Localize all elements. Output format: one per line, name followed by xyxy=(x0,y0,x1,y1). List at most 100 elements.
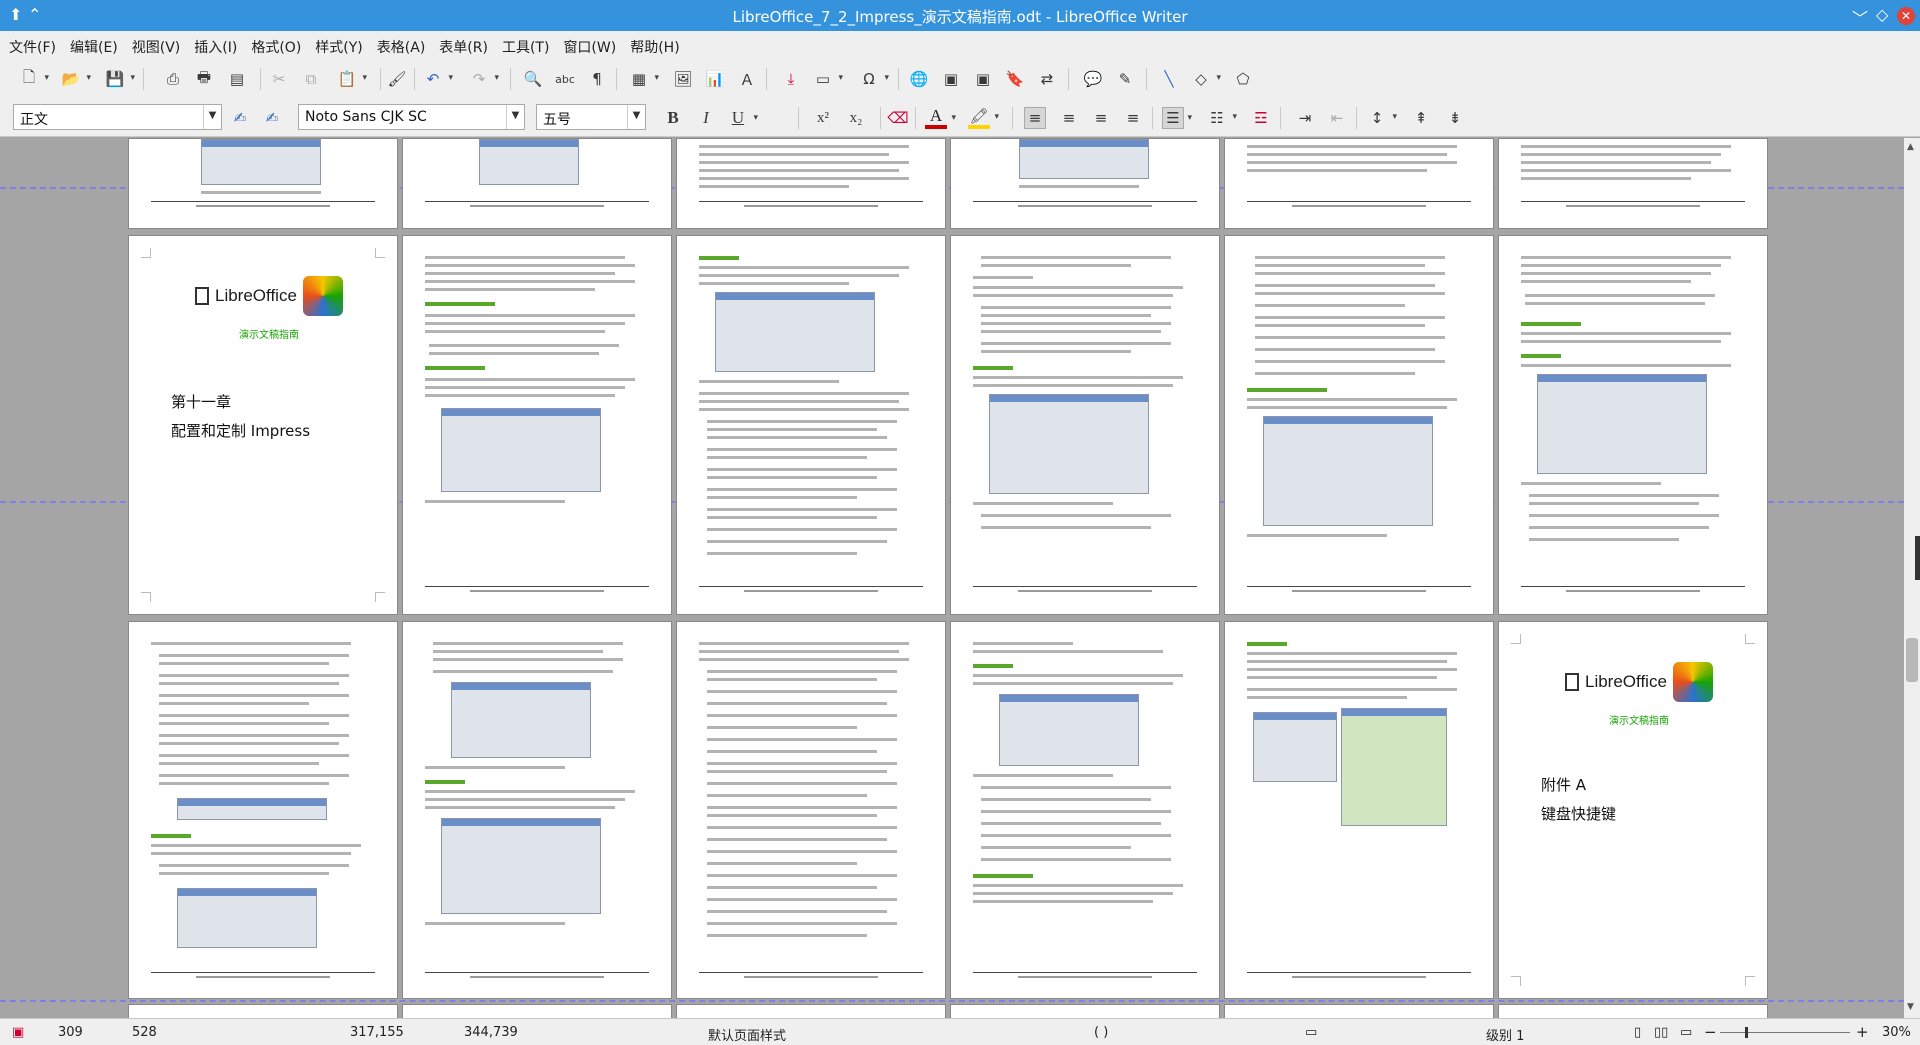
insert-table-icon[interactable]: ▦ xyxy=(628,68,659,90)
word-count[interactable]: 317,155 xyxy=(350,1025,404,1040)
decrease-spacing-icon[interactable]: ⇟ xyxy=(1444,107,1466,129)
redo-icon[interactable]: ↷ xyxy=(468,68,499,90)
cut-icon[interactable]: ✂ xyxy=(268,68,290,90)
increase-spacing-icon[interactable]: ⇞ xyxy=(1410,107,1432,129)
insert-chart-icon[interactable]: 📊 xyxy=(704,68,726,90)
paragraph-style-combo[interactable]: 正文 ▼ xyxy=(13,104,222,130)
comment-icon[interactable]: 💬 xyxy=(1082,68,1104,90)
decrease-indent-icon[interactable]: ⇤ xyxy=(1326,107,1348,129)
document-page[interactable] xyxy=(1498,138,1768,229)
document-page[interactable] xyxy=(402,235,672,615)
vertical-scrollbar[interactable]: ▲ ▼ xyxy=(1904,138,1920,1018)
character-count[interactable]: 344,739 xyxy=(464,1025,518,1040)
menu-table[interactable]: 表格(A) xyxy=(368,31,431,57)
basic-shapes-icon[interactable]: ◇ xyxy=(1190,68,1221,90)
scroll-up-icon[interactable]: ▲ xyxy=(1907,142,1914,152)
find-replace-icon[interactable]: 🔍 xyxy=(522,68,544,90)
underline-button[interactable]: U xyxy=(727,107,758,129)
zoom-slider-knob[interactable] xyxy=(1745,1027,1748,1038)
document-page[interactable] xyxy=(128,1004,398,1018)
clear-formatting-icon[interactable]: ⌫ xyxy=(887,107,909,129)
document-page[interactable] xyxy=(676,621,946,999)
close-icon[interactable]: ✕ xyxy=(1897,7,1915,25)
line-spacing-icon[interactable]: ↕ xyxy=(1366,107,1397,129)
document-page[interactable] xyxy=(676,1004,946,1018)
menu-file[interactable]: 文件(F) xyxy=(0,31,61,57)
page-style[interactable]: 默认页面样式 xyxy=(708,1025,786,1044)
chevron-down-icon[interactable]: ▼ xyxy=(506,105,524,129)
book-view-icon[interactable]: ▭ xyxy=(1680,1025,1692,1040)
document-page[interactable] xyxy=(676,235,946,615)
document-page[interactable] xyxy=(1498,235,1768,615)
menu-format[interactable]: 格式(O) xyxy=(242,31,306,57)
document-page[interactable] xyxy=(950,138,1220,229)
document-page[interactable] xyxy=(128,138,398,229)
open-folder-icon[interactable]: 📂 xyxy=(60,68,91,90)
page-break-icon[interactable]: ⤓ xyxy=(780,68,802,90)
numbered-list-icon[interactable]: ☷ xyxy=(1206,107,1237,129)
menu-edit[interactable]: 编辑(E) xyxy=(61,31,123,57)
no-list-icon[interactable]: ☲ xyxy=(1250,107,1272,129)
document-page[interactable] xyxy=(1498,1004,1768,1018)
zoom-in-icon[interactable]: + xyxy=(1856,1023,1869,1041)
update-style-icon[interactable]: ✍ xyxy=(229,107,251,129)
justify-icon[interactable]: ≡ xyxy=(1122,107,1144,129)
draw-functions-icon[interactable]: ⬠ xyxy=(1232,68,1254,90)
track-changes-icon[interactable]: ✎ xyxy=(1114,68,1136,90)
chevron-down-icon[interactable]: ▼ xyxy=(627,105,645,129)
minimize-icon[interactable]: ﹀ xyxy=(1852,5,1868,29)
maximize-icon[interactable]: ◇ xyxy=(1876,5,1888,24)
insert-line-icon[interactable]: ╲ xyxy=(1158,68,1180,90)
spelling-icon[interactable]: abc xyxy=(554,68,576,90)
chevron-down-icon[interactable]: ▼ xyxy=(203,105,221,129)
align-right-icon[interactable]: ≡ xyxy=(1090,107,1112,129)
superscript-button[interactable]: x² xyxy=(812,107,834,129)
font-size-combo[interactable]: 五号 ▼ xyxy=(536,104,646,130)
document-page[interactable] xyxy=(1224,1004,1494,1018)
font-color-button[interactable]: A xyxy=(925,106,956,129)
hyperlink-icon[interactable]: 🌐 xyxy=(908,68,930,90)
document-page[interactable] xyxy=(402,621,672,999)
document-page[interactable] xyxy=(950,1004,1220,1018)
cross-reference-icon[interactable]: ⇄ xyxy=(1036,68,1058,90)
special-character-icon[interactable]: Ω xyxy=(858,68,889,90)
document-page[interactable] xyxy=(128,621,398,999)
document-page[interactable] xyxy=(1224,138,1494,229)
font-name-combo[interactable]: Noto Sans CJK SC ▼ xyxy=(298,104,525,130)
multi-page-view-icon[interactable]: ▯▯ xyxy=(1654,1025,1668,1040)
zoom-level[interactable]: 30% xyxy=(1882,1025,1911,1040)
paste-icon[interactable]: 📋 xyxy=(336,68,367,90)
zoom-out-icon[interactable]: − xyxy=(1704,1023,1717,1041)
document-page[interactable] xyxy=(402,1004,672,1018)
menu-help[interactable]: 帮助(H) xyxy=(621,31,684,57)
undo-icon[interactable]: ↶ xyxy=(422,68,453,90)
document-area[interactable]: LibreOffice 演示文稿指南 第十一章 配置和定制 Impress Li… xyxy=(0,138,1904,1018)
selection-mode-icon[interactable]: ▭ xyxy=(1305,1025,1317,1040)
bold-button[interactable]: B xyxy=(662,107,684,129)
italic-button[interactable]: I xyxy=(695,107,717,129)
print-preview-icon[interactable]: ▤ xyxy=(226,68,248,90)
bookmark-icon[interactable]: 🔖 xyxy=(1004,68,1026,90)
zoom-slider[interactable] xyxy=(1720,1032,1850,1033)
text-language[interactable]: ( ) xyxy=(1094,1025,1108,1040)
menu-form[interactable]: 表单(R) xyxy=(430,31,493,57)
document-page[interactable] xyxy=(1224,235,1494,615)
page-number[interactable]: 309 xyxy=(58,1025,83,1040)
document-page[interactable] xyxy=(950,235,1220,615)
menu-insert[interactable]: 插入(I) xyxy=(185,31,242,57)
menu-view[interactable]: 视图(V) xyxy=(123,31,186,57)
menu-styles[interactable]: 样式(Y) xyxy=(306,31,367,57)
subscript-button[interactable]: x₂ xyxy=(845,107,867,129)
increase-indent-icon[interactable]: ⇥ xyxy=(1294,107,1316,129)
document-page[interactable] xyxy=(950,621,1220,999)
document-page[interactable] xyxy=(402,138,672,229)
print-icon[interactable]: 🖶 xyxy=(193,68,215,90)
document-modified-icon[interactable]: ▣ xyxy=(12,1025,24,1040)
document-page[interactable] xyxy=(1224,621,1494,999)
insert-field-icon[interactable]: ▭ xyxy=(812,68,843,90)
single-page-view-icon[interactable]: ▯ xyxy=(1634,1025,1641,1040)
new-document-icon[interactable]: 🗋 xyxy=(18,68,49,90)
document-page[interactable] xyxy=(676,138,946,229)
highlight-color-icon[interactable]: 🖍 xyxy=(968,107,999,129)
sidebar-handle[interactable] xyxy=(1915,536,1920,580)
